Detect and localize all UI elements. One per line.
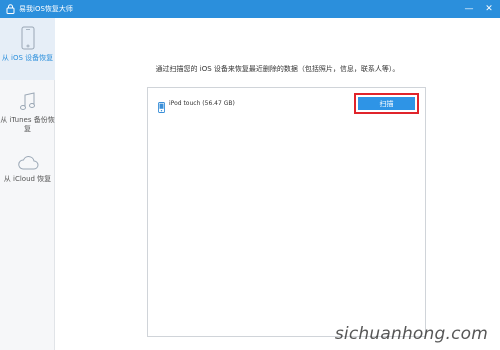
device-item[interactable]: iPod touch (56.47 GB) xyxy=(158,98,235,113)
close-button[interactable]: ✕ xyxy=(482,2,496,16)
sidebar-item-label: 从 iOS 设备恢复 xyxy=(1,54,54,62)
minimize-button[interactable]: — xyxy=(462,2,476,16)
phone-icon xyxy=(21,26,35,50)
sidebar-item-ios-device[interactable]: 从 iOS 设备恢复 xyxy=(0,18,55,80)
main-content: 通过扫描您的 iOS 设备来恢复最近删除的数据（包括照片，信息，联系人等）。 i… xyxy=(55,18,500,350)
window-title: 易我iOS恢复大师 xyxy=(19,5,73,13)
app-lock-icon xyxy=(5,4,15,14)
sidebar-item-label: 从 iTunes 备份恢复 xyxy=(0,116,55,133)
sidebar-item-label: 从 iCloud 恢复 xyxy=(3,175,52,183)
cloud-icon xyxy=(17,155,39,171)
watermark: sichuanhong.com xyxy=(334,324,488,344)
device-name: iPod touch (56.47 GB) xyxy=(169,100,235,107)
sidebar: 从 iOS 设备恢复 从 iTunes 备份恢复 从 iCloud 恢复 xyxy=(0,18,55,350)
music-note-icon xyxy=(19,92,37,112)
title-bar: 易我iOS恢复大师 — ✕ xyxy=(0,0,500,18)
window-controls: — ✕ xyxy=(462,2,496,16)
ipod-icon xyxy=(158,98,165,113)
sidebar-item-itunes-backup[interactable]: 从 iTunes 备份恢复 xyxy=(0,88,55,154)
device-list-panel: iPod touch (56.47 GB) 扫描 xyxy=(147,87,426,337)
instruction-text: 通过扫描您的 iOS 设备来恢复最近删除的数据（包括照片，信息，联系人等）。 xyxy=(155,65,400,73)
sidebar-item-icloud[interactable]: 从 iCloud 恢复 xyxy=(0,155,55,205)
scan-button-highlight: 扫描 xyxy=(354,93,419,114)
scan-button[interactable]: 扫描 xyxy=(358,97,415,110)
